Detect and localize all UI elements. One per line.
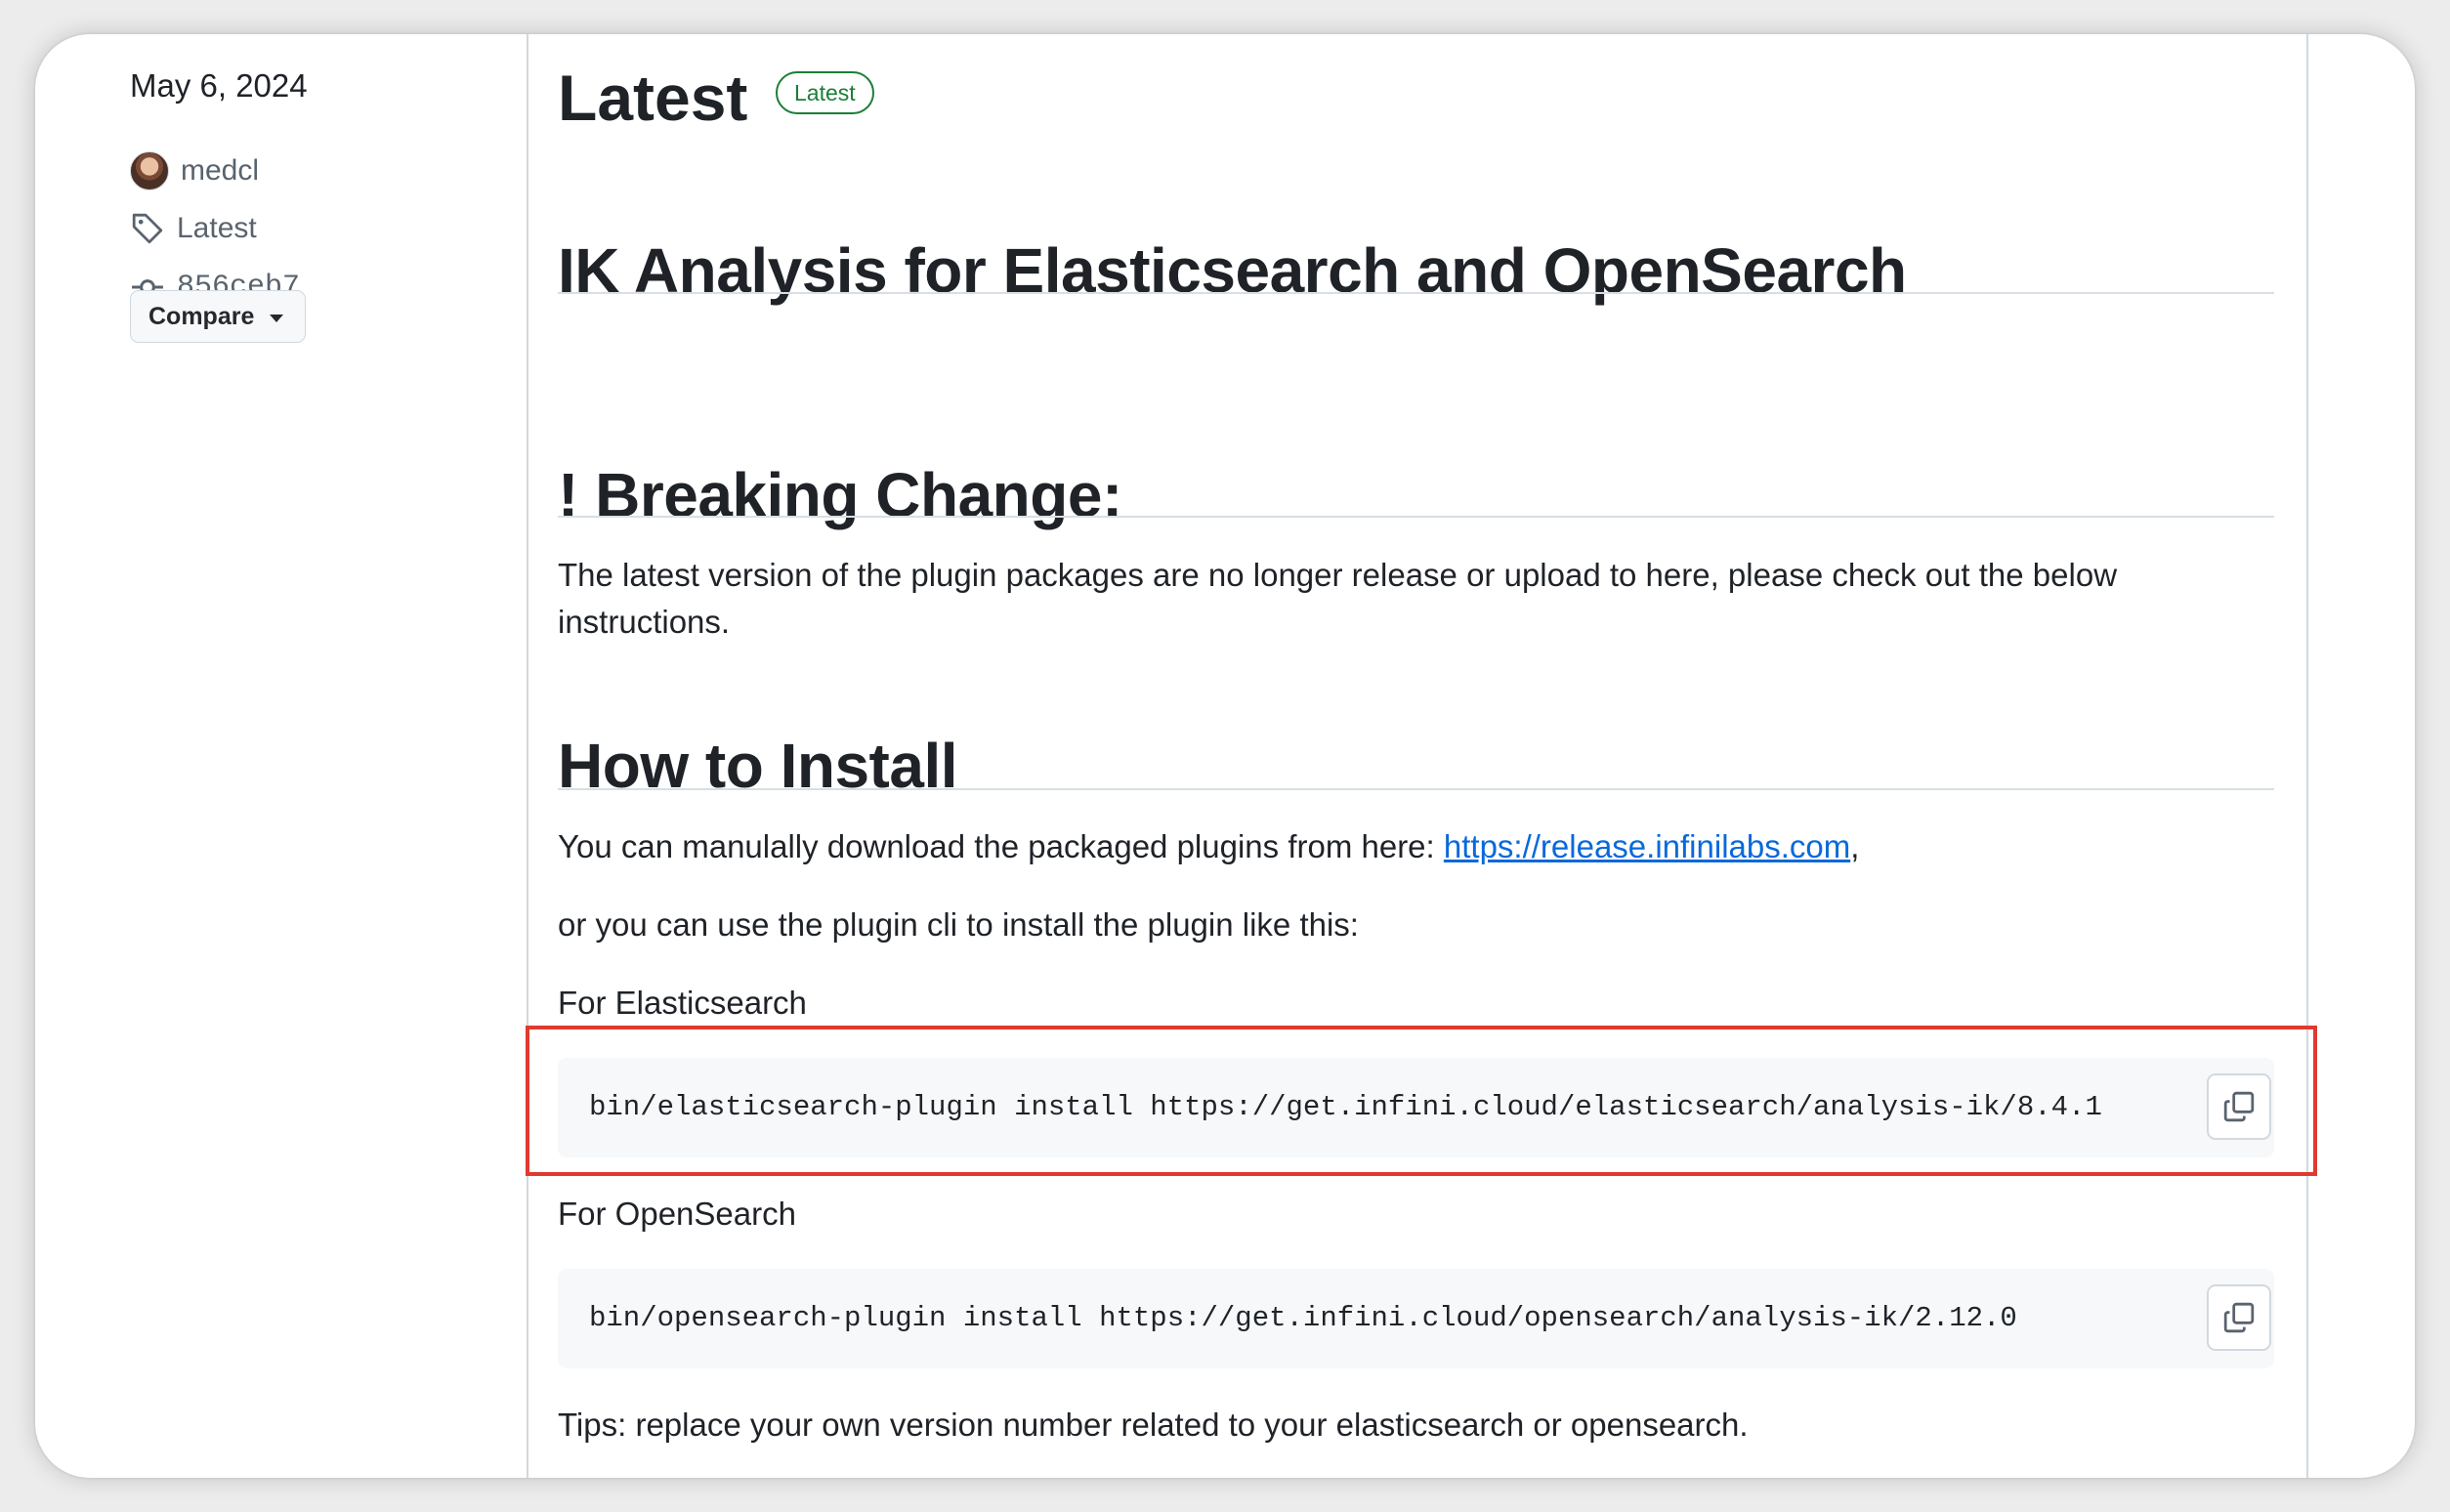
browser-window: May 6, 2024 medcl Latest 856ceb7 Compare… (35, 34, 2415, 1478)
avatar (130, 151, 169, 190)
download-suffix: , (1850, 828, 1860, 864)
tag-name: Latest (177, 212, 257, 244)
chevron-down-icon (270, 314, 284, 322)
cli-text: or you can use the plugin cli to install… (558, 906, 1359, 943)
release-title[interactable]: Latest (558, 54, 747, 142)
copy-icon (2223, 1302, 2255, 1333)
highlight-box (526, 1026, 2317, 1176)
divider (558, 788, 2274, 790)
tag-icon (130, 211, 165, 246)
latest-badge: Latest (776, 71, 874, 114)
es-label: For Elasticsearch (558, 985, 807, 1021)
heading-breaking-change: ! Breaking Change: (558, 460, 1122, 530)
os-label: For OpenSearch (558, 1196, 796, 1232)
tips-text: Tips: replace your own version number re… (558, 1407, 1749, 1443)
copy-button[interactable] (2207, 1284, 2271, 1351)
download-text: You can manulally download the packaged … (558, 828, 1444, 864)
release-link[interactable]: https://release.infinilabs.com (1444, 828, 1850, 864)
heading-how-to-install: How to Install (558, 731, 958, 801)
author-link[interactable]: medcl (130, 147, 259, 195)
compare-button[interactable]: Compare (130, 290, 306, 343)
os-code-block: bin/opensearch-plugin install https://ge… (558, 1269, 2274, 1368)
author-name: medcl (181, 154, 260, 187)
breaking-text: The latest version of the plugin package… (558, 557, 2118, 640)
release-date: May 6, 2024 (130, 67, 308, 104)
divider (558, 516, 2274, 518)
compare-label: Compare (148, 302, 255, 330)
os-command[interactable]: bin/opensearch-plugin install https://ge… (589, 1269, 2017, 1368)
download-paragraph: You can manulally download the packaged … (558, 823, 2274, 870)
tag-link[interactable]: Latest (130, 204, 257, 253)
heading-main: IK Analysis for Elasticsearch and OpenSe… (558, 235, 1907, 306)
divider (558, 292, 2274, 294)
